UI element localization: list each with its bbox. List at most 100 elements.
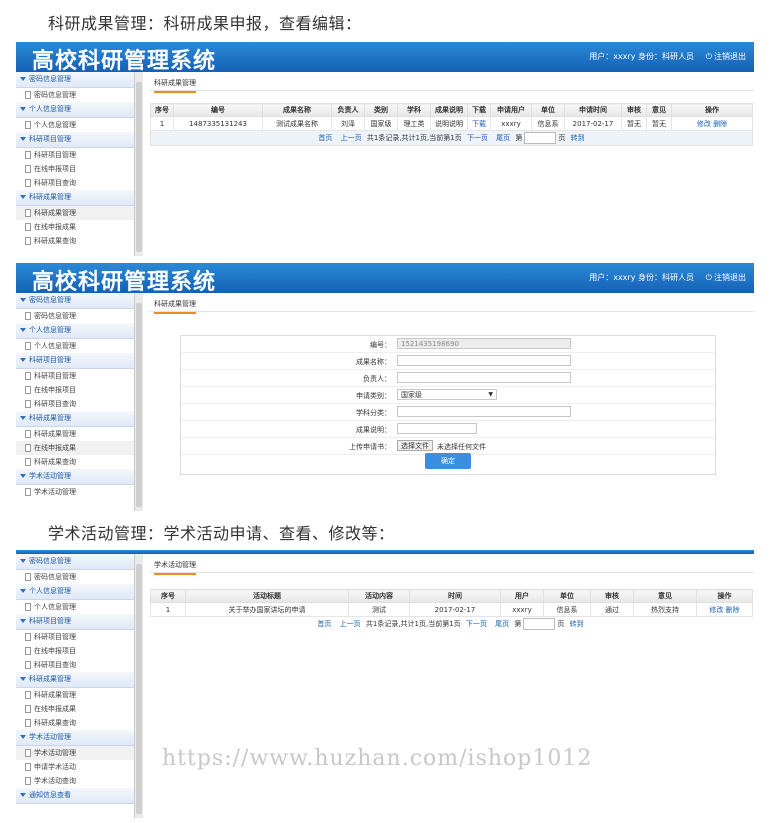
pager-prev[interactable]: 上一页	[340, 620, 361, 628]
scrollbar-thumb[interactable]	[136, 564, 142, 814]
collapse-icon	[20, 107, 26, 111]
sidebar-item-results-query[interactable]: 科研成果查询	[16, 234, 134, 248]
pager-first[interactable]: 首页	[318, 134, 332, 142]
page-input[interactable]	[523, 618, 556, 630]
item-label: 科研成果管理	[34, 430, 76, 438]
dropdown-arrow-icon: ▼	[488, 391, 493, 398]
sidebar-group-password[interactable]: 密码信息管理	[16, 554, 134, 570]
sidebar-item-project-query[interactable]: 科研项目查询	[16, 176, 134, 190]
item-label: 学术活动管理	[34, 749, 76, 757]
document-icon	[25, 705, 31, 713]
sidebar-item-personal[interactable]: 个人信息管理	[16, 600, 134, 614]
sidebar-item-project-manage[interactable]: 科研项目管理	[16, 369, 134, 383]
sidebar-item-results-manage[interactable]: 科研成果管理	[16, 427, 134, 441]
name-input[interactable]	[397, 355, 571, 366]
tab-results[interactable]: 科研成果管理	[154, 299, 196, 314]
logout-button[interactable]: ⏻ 注销退出	[706, 272, 746, 283]
sidebar-group-notices[interactable]: 通知信息查看	[16, 788, 134, 804]
tab-results[interactable]: 科研成果管理	[154, 78, 196, 93]
pager-last[interactable]: 尾页	[496, 134, 510, 142]
logout-button[interactable]: ⏻ 注销退出	[706, 51, 746, 62]
app-title: 高校科研管理系统	[32, 270, 217, 295]
submit-button[interactable]: 确定	[425, 453, 471, 469]
group-label: 科研成果管理	[29, 414, 71, 422]
row-owner: 负责人：	[181, 370, 715, 387]
sidebar-item-project-query[interactable]: 科研项目查询	[16, 658, 134, 672]
edit-delete-links[interactable]: 修改 删除	[696, 602, 753, 617]
col-header: 审核	[621, 103, 647, 117]
sidebar-item-results-apply[interactable]: 在线申报成果	[16, 702, 134, 716]
sidebar-item-project-apply[interactable]: 在线申报项目	[16, 644, 134, 658]
category-select[interactable]: 国家级 ▼	[397, 389, 497, 400]
subject-input[interactable]	[397, 406, 571, 417]
document-icon	[25, 91, 31, 99]
document-icon	[25, 573, 31, 581]
sidebar-item-password[interactable]: 密码信息管理	[16, 309, 134, 323]
pager-last[interactable]: 尾页	[495, 620, 509, 628]
sidebar-item-project-query[interactable]: 科研项目查询	[16, 397, 134, 411]
document-icon	[25, 633, 31, 641]
sidebar-scrollbar[interactable]	[134, 72, 143, 256]
sidebar-item-results-apply[interactable]: 在线申报成果	[16, 441, 134, 455]
sidebar-item-project-manage[interactable]: 科研项目管理	[16, 148, 134, 162]
sidebar-item-results-query[interactable]: 科研成果查询	[16, 455, 134, 469]
tab-bar: 科研成果管理	[150, 293, 754, 314]
cell: 暂无	[646, 116, 672, 131]
sidebar-item-personal[interactable]: 个人信息管理	[16, 118, 134, 132]
cell: 信息系	[543, 602, 591, 617]
sidebar-item-activity-apply[interactable]: 申请学术活动	[16, 760, 134, 774]
pager-next[interactable]: 下一页	[466, 620, 487, 628]
pager-go[interactable]: 转到	[571, 134, 585, 142]
pager-go[interactable]: 转到	[570, 620, 584, 628]
desc-input[interactable]	[397, 423, 477, 434]
page-input[interactable]	[524, 132, 557, 144]
cell: 热烈支持	[633, 602, 697, 617]
sidebar-item-personal[interactable]: 个人信息管理	[16, 339, 134, 353]
sidebar-item-password[interactable]: 密码信息管理	[16, 88, 134, 102]
sidebar-group-password[interactable]: 密码信息管理	[16, 72, 134, 88]
sidebar-group-projects[interactable]: 科研项目管理	[16, 353, 134, 369]
sidebar-scrollbar[interactable]	[134, 293, 143, 511]
pager-next[interactable]: 下一页	[467, 134, 488, 142]
item-label: 科研项目管理	[34, 372, 76, 380]
download-link[interactable]: 下载	[467, 116, 491, 131]
sidebar-group-projects[interactable]: 科研项目管理	[16, 132, 134, 148]
owner-input[interactable]	[397, 372, 571, 383]
sidebar-item-activity-manage[interactable]: 学术活动管理	[16, 746, 134, 760]
logout-label: 注销退出	[714, 273, 746, 282]
main-panel: 学术活动管理 序号 活动标题 活动内容 时间 用户 单位 审核 意见 操作 1 …	[144, 554, 754, 818]
sidebar-item-project-manage[interactable]: 科研项目管理	[16, 630, 134, 644]
sidebar-item-results-manage[interactable]: 科研成果管理	[16, 206, 134, 220]
sidebar-item-project-apply[interactable]: 在线申报项目	[16, 383, 134, 397]
cell: 说明说明	[430, 116, 468, 131]
sidebar-group-password[interactable]: 密码信息管理	[16, 293, 134, 309]
sidebar-group-activities[interactable]: 学术活动管理	[16, 730, 134, 746]
pager-first[interactable]: 首页	[317, 620, 331, 628]
edit-delete-links[interactable]: 修改 删除	[671, 116, 753, 131]
sidebar-item-activity-query[interactable]: 学术活动查询	[16, 774, 134, 788]
sidebar-group-results[interactable]: 科研成果管理	[16, 411, 134, 427]
sidebar-group-personal[interactable]: 个人信息管理	[16, 102, 134, 118]
tab-activities[interactable]: 学术活动管理	[154, 560, 196, 575]
sidebar-item-results-apply[interactable]: 在线申报成果	[16, 220, 134, 234]
choose-file-button[interactable]: 选择文件	[397, 440, 433, 451]
sidebar-group-projects[interactable]: 科研项目管理	[16, 614, 134, 630]
sidebar-item-activity-manage[interactable]: 学术活动管理	[16, 485, 134, 499]
sidebar-item-project-apply[interactable]: 在线申报项目	[16, 162, 134, 176]
scrollbar-thumb[interactable]	[136, 303, 142, 507]
sidebar-group-personal[interactable]: 个人信息管理	[16, 584, 134, 600]
sidebar-item-password[interactable]: 密码信息管理	[16, 570, 134, 584]
sidebar-group-results[interactable]: 科研成果管理	[16, 672, 134, 688]
item-label: 密码信息管理	[34, 573, 76, 581]
sidebar-item-results-query[interactable]: 科研成果查询	[16, 716, 134, 730]
sidebar-item-results-manage[interactable]: 科研成果管理	[16, 688, 134, 702]
pager-prev[interactable]: 上一页	[341, 134, 362, 142]
sidebar-group-results[interactable]: 科研成果管理	[16, 190, 134, 206]
sidebar-group-activities[interactable]: 学术活动管理	[16, 469, 134, 485]
scrollbar-thumb[interactable]	[136, 82, 142, 252]
cell: 测试成果名称	[262, 116, 332, 131]
sidebar-group-personal[interactable]: 个人信息管理	[16, 323, 134, 339]
collapse-icon	[20, 793, 26, 797]
pager: 首页 上一页 共1条记录,共计1页,当前第1页 下一页 尾页 第 页 转到	[150, 617, 751, 631]
sidebar-scrollbar[interactable]	[134, 554, 143, 818]
